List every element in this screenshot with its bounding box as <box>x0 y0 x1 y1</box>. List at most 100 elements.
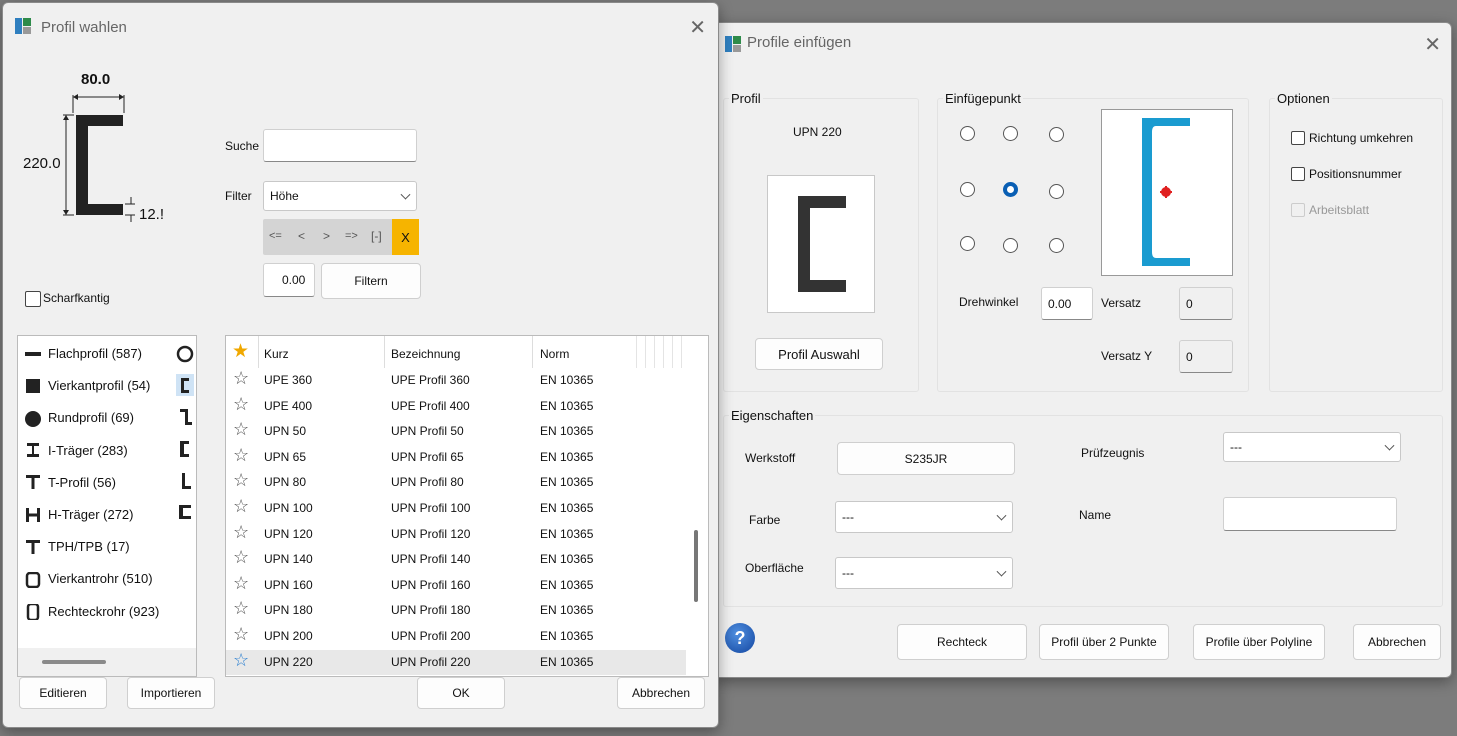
header-norm[interactable]: Norm <box>540 347 569 361</box>
versatz-y-input[interactable]: 0 <box>1179 340 1233 373</box>
title-bar[interactable]: Profil wahlen ✕ <box>3 3 718 43</box>
filter-number-input[interactable]: 0.00 <box>263 263 315 297</box>
header-divider <box>532 336 533 368</box>
filter-select[interactable]: Höhe <box>263 181 417 211</box>
nav-first-button[interactable]: <= <box>269 230 282 242</box>
cell-kurz: UPN 140 <box>264 552 313 567</box>
category-item[interactable]: I-Träger (283) <box>24 443 128 458</box>
cancel-button[interactable]: Abbrechen <box>1353 624 1441 660</box>
insert-point-top-right[interactable] <box>1049 127 1064 142</box>
versatz-input[interactable]: 0 <box>1179 287 1233 320</box>
category-list[interactable]: Flachprofil (587) Vierkantprofil (54) Rund… <box>17 335 197 677</box>
werkstoff-button[interactable]: S235JR <box>837 442 1015 475</box>
table-row[interactable]: ☆ UPN 220 UPN Profil 220 EN 10365 <box>226 649 686 676</box>
clear-filter-button[interactable]: X <box>392 219 419 255</box>
editieren-button[interactable]: Editieren <box>19 677 107 709</box>
header-bezeichnung[interactable]: Bezeichnung <box>391 347 460 361</box>
positionsnummer-checkbox[interactable] <box>1291 167 1305 181</box>
favorite-star-icon[interactable]: ☆ <box>233 470 249 490</box>
ok-button[interactable]: OK <box>417 677 505 709</box>
category-item[interactable]: Vierkantprofil (54) <box>24 378 150 393</box>
richtung-umkehren-checkbox[interactable] <box>1291 131 1305 145</box>
table-row[interactable]: ☆ UPN 140 UPN Profil 140 EN 10365 <box>226 547 708 573</box>
cell-kurz: UPN 200 <box>264 629 313 643</box>
category-item[interactable]: Rechteckrohr (923) <box>24 602 160 622</box>
search-input[interactable] <box>263 129 417 162</box>
nav-prev-button[interactable]: < <box>298 229 305 243</box>
favorite-star-icon[interactable]: ☆ <box>233 496 249 516</box>
category-item[interactable]: Vierkantrohr (510) <box>24 571 153 589</box>
rechteck-button[interactable]: Rechteck <box>897 624 1027 660</box>
table-row[interactable]: ☆ UPN 50 UPN Profil 50 EN 10365 <box>226 419 708 445</box>
round-bar-icon <box>24 410 42 427</box>
favorite-star-icon[interactable]: ☆ <box>233 419 249 439</box>
favorite-star-icon[interactable]: ☆ <box>233 368 249 388</box>
cell-kurz: UPE 400 <box>264 398 313 413</box>
table-row[interactable]: ☆ UPN 65 UPN Profil 65 EN 10365 <box>226 445 708 471</box>
profile-table[interactable]: ★ Kurz Bezeichnung Norm ☆ UPE 360 UPE Prof… <box>225 335 709 677</box>
horizontal-scrollbar[interactable] <box>18 648 196 676</box>
filtern-button[interactable]: Filtern <box>321 263 421 299</box>
category-item[interactable]: T-Profil (56) <box>24 475 116 490</box>
insert-point-bottom-right[interactable] <box>1049 238 1064 253</box>
profil-auswahl-button[interactable]: Profil Auswahl <box>755 338 883 370</box>
drehwinkel-input[interactable]: 0.00 <box>1041 287 1093 320</box>
farbe-select[interactable]: --- <box>835 501 1013 533</box>
importieren-button[interactable]: Importieren <box>127 677 215 709</box>
scharfkantig-checkbox[interactable] <box>25 291 41 307</box>
nav-last-button[interactable]: => <box>345 230 358 242</box>
einfuegepunkt-group-title: Einfügepunkt <box>943 91 1023 106</box>
profil-preview <box>767 175 875 313</box>
pruefzeugnis-select[interactable]: --- <box>1223 432 1401 462</box>
close-icon[interactable]: ✕ <box>689 15 706 40</box>
table-row[interactable]: ☆ UPN 160 UPN Profil 160 EN 10365 <box>226 573 708 599</box>
help-icon[interactable]: ? <box>725 623 755 653</box>
vertical-scrollbar[interactable] <box>686 368 708 676</box>
table-row[interactable]: ☆ UPN 100 UPN Profil 100 EN 10365 <box>226 496 708 522</box>
scrollbar-thumb[interactable] <box>42 660 106 664</box>
category-item[interactable]: Flachprofil (587) <box>24 346 142 361</box>
category-item[interactable]: Rundprofil (69) <box>24 410 134 427</box>
profile-ueber-polyline-button[interactable]: Profile über Polyline <box>1193 624 1325 660</box>
table-row[interactable]: ☆ UPN 180 UPN Profil 180 EN 10365 <box>226 598 708 624</box>
header-kurz[interactable]: Kurz <box>264 347 289 361</box>
insert-point-top-left[interactable] <box>960 126 975 141</box>
nav-bracket-button[interactable]: [-] <box>371 229 382 243</box>
category-item[interactable]: TPH/TPB (17) <box>24 539 130 554</box>
table-row[interactable]: ☆ UPN 200 UPN Profil 200 EN 10365 <box>226 624 708 650</box>
profil-ueber-2-punkte-button[interactable]: Profil über 2 Punkte <box>1039 624 1169 660</box>
table-row[interactable]: ☆ UPN 80 UPN Profil 80 EN 10365 <box>226 470 708 496</box>
app-icon <box>725 36 741 52</box>
insert-point-bottom-center[interactable] <box>1003 238 1018 253</box>
close-icon[interactable]: ✕ <box>1424 32 1441 57</box>
table-row[interactable]: ☆ UPE 400 UPE Profil 400 EN 10365 <box>226 394 708 420</box>
category-item[interactable]: H-Träger (272) <box>24 507 133 522</box>
header-divider <box>258 336 259 368</box>
table-row[interactable]: ☆ UPN 120 UPN Profil 120 EN 10365 <box>226 522 708 548</box>
favorite-star-icon[interactable]: ☆ <box>233 445 249 465</box>
favorite-star-icon[interactable]: ☆ <box>233 573 249 593</box>
favorite-star-icon[interactable]: ☆ <box>233 394 249 414</box>
insert-point-middle-right[interactable] <box>1049 184 1064 199</box>
favorite-star-icon[interactable]: ☆ <box>233 547 249 567</box>
insert-point-middle-left[interactable] <box>960 182 975 197</box>
insert-point-top-center[interactable] <box>1003 126 1018 141</box>
abbrechen-button[interactable]: Abbrechen <box>617 677 705 709</box>
title-bar[interactable]: Profile einfügen ✕ <box>715 23 1451 63</box>
category-label: Rechteckrohr (923) <box>48 603 160 619</box>
table-row[interactable]: ☆ UPE 360 UPE Profil 360 EN 10365 <box>226 368 708 394</box>
scrollbar-thumb[interactable] <box>694 530 698 602</box>
oberflaeche-select[interactable]: --- <box>835 557 1013 589</box>
chevron-down-icon <box>996 510 1007 521</box>
insert-point-bottom-left[interactable] <box>960 236 975 251</box>
arbeitsblatt-checkbox[interactable] <box>1291 203 1305 217</box>
favorite-star-icon[interactable]: ☆ <box>233 624 249 644</box>
favorite-star-icon[interactable]: ☆ <box>233 598 249 618</box>
favorite-star-icon[interactable]: ☆ <box>233 522 249 542</box>
cell-bez: UPN Profil 65 <box>391 449 464 464</box>
dialog-title: Profil wahlen <box>41 19 127 36</box>
nav-next-button[interactable]: > <box>323 229 330 243</box>
insert-point-center[interactable] <box>1003 182 1018 197</box>
name-input[interactable] <box>1223 497 1397 531</box>
favorite-star-icon[interactable]: ☆ <box>233 650 249 670</box>
